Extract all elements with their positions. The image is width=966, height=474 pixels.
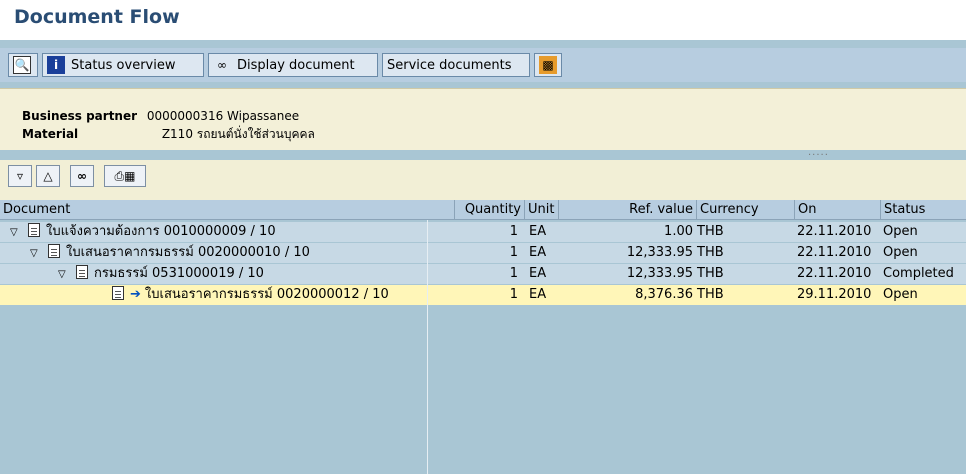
page-title: Document Flow [14, 6, 180, 28]
column-divider [427, 220, 428, 474]
collapse-all-button[interactable]: △ [36, 165, 60, 187]
document-text: ใบเสนอราคากรมธรรม์ 0020000010 / 10 [66, 245, 310, 260]
document-flow-grid: Document Quantity Unit Ref. value Curren… [0, 200, 966, 474]
document-cell[interactable]: ▽ ใบเสนอราคากรมธรรม์ 0020000010 / 10 [30, 243, 310, 263]
document-cell[interactable]: ➔ ใบเสนอราคากรมธรรม์ 0020000012 / 10 [112, 285, 389, 305]
table-row[interactable]: ▽ ใบเสนอราคากรมธรรม์ 0020000010 / 10 1 EA… [0, 243, 966, 263]
grid-toolbar: ▿ △ ∞ ⎙▦ [0, 160, 966, 200]
title-bar: Document Flow [0, 0, 966, 40]
expand-icon: ▿ [16, 169, 24, 183]
service-documents-label: Service documents [387, 57, 512, 73]
date-cell: 22.11.2010 [797, 224, 872, 239]
ref-value-cell: 8,376.36 [635, 287, 693, 302]
unit-cell: EA [529, 266, 547, 281]
material-label: Material [22, 127, 79, 141]
business-partner-label: Business partner [22, 109, 138, 123]
magnifier-icon: 🔍 [13, 56, 31, 74]
print-icon: ⎙▦ [114, 168, 136, 183]
unit-cell: EA [529, 224, 547, 239]
currency-cell: THB [697, 266, 724, 281]
quantity-cell: 1 [509, 224, 518, 239]
column-header-unit[interactable]: Unit [525, 200, 559, 220]
document-icon [28, 223, 40, 237]
document-icon [76, 265, 88, 279]
unit-cell: EA [529, 287, 547, 302]
display-document-label: Display document [237, 57, 355, 73]
document-text: ใบแจ้งความต้องการ 0010000009 / 10 [46, 224, 276, 239]
print-button[interactable]: ⎙▦ [104, 165, 146, 187]
quantity-cell: 1 [509, 245, 518, 260]
document-text: ใบเสนอราคากรมธรรม์ 0020000012 / 10 [144, 287, 389, 302]
status-cell: Open [883, 287, 918, 302]
layout-button[interactable]: ▩ [534, 53, 562, 77]
ref-value-cell: 1.00 [664, 224, 693, 239]
document-text: กรมธรรม์ 0531000019 / 10 [94, 266, 264, 281]
currency-cell: THB [697, 245, 724, 260]
date-cell: 22.11.2010 [797, 266, 872, 281]
collapse-icon: △ [43, 169, 53, 183]
date-cell: 22.11.2010 [797, 245, 872, 260]
column-header-ref-value[interactable]: Ref. value [559, 200, 697, 220]
column-header-quantity[interactable]: Quantity [455, 200, 525, 220]
collapse-node-icon[interactable]: ▽ [58, 265, 70, 285]
document-cell[interactable]: ▽ ใบแจ้งความต้องการ 0010000009 / 10 [10, 222, 276, 242]
header-area: Business partner 0000000316 Wipassanee M… [0, 88, 966, 150]
document-icon [48, 244, 60, 258]
zoom-button[interactable]: 🔍 [8, 53, 38, 77]
business-partner-row: Business partner 0000000316 Wipassanee [22, 109, 299, 123]
status-overview-label: Status overview [71, 57, 176, 73]
application-toolbar: 🔍 i Status overview ∞ Display document S… [0, 48, 966, 82]
expand-all-button[interactable]: ▿ [8, 165, 32, 187]
date-cell: 29.11.2010 [797, 287, 872, 302]
material-row: Material Z110 รถยนต์นั่งใช้ส่วนบุคคล [22, 125, 315, 144]
business-partner-value: 0000000316 Wipassanee [146, 109, 300, 123]
display-document-button[interactable]: ∞ Display document [208, 53, 378, 77]
service-documents-button[interactable]: Service documents [382, 53, 530, 77]
chart-icon: ▩ [539, 56, 557, 74]
splitter-handle[interactable]: ..... [808, 147, 829, 158]
status-cell: Open [883, 224, 918, 239]
quantity-cell: 1 [509, 266, 518, 281]
collapse-node-icon[interactable]: ▽ [30, 244, 42, 264]
column-header-currency[interactable]: Currency [697, 200, 795, 220]
material-value: Z110 รถยนต์นั่งใช้ส่วนบุคคล [161, 127, 315, 141]
currency-cell: THB [697, 287, 724, 302]
glasses-icon: ∞ [217, 58, 227, 72]
unit-cell: EA [529, 245, 547, 260]
column-header-status[interactable]: Status [881, 200, 966, 220]
current-document-arrow-icon: ➔ [130, 287, 141, 302]
table-row-selected[interactable]: ➔ ใบเสนอราคากรมธรรม์ 0020000012 / 10 1 EA… [0, 285, 966, 305]
ref-value-cell: 12,333.95 [626, 266, 693, 281]
binoculars-icon: ∞ [77, 169, 87, 183]
info-icon: i [47, 56, 65, 74]
column-header-document[interactable]: Document [0, 200, 455, 220]
document-cell[interactable]: ▽ กรมธรรม์ 0531000019 / 10 [58, 264, 264, 284]
status-overview-button[interactable]: i Status overview [42, 53, 204, 77]
grid-header: Document Quantity Unit Ref. value Curren… [0, 200, 966, 220]
quantity-cell: 1 [509, 287, 518, 302]
currency-cell: THB [697, 224, 724, 239]
collapse-node-icon[interactable]: ▽ [10, 223, 22, 243]
status-cell: Completed [883, 266, 954, 281]
find-button[interactable]: ∞ [70, 165, 94, 187]
document-icon [112, 286, 124, 300]
status-cell: Open [883, 245, 918, 260]
column-header-on[interactable]: On [795, 200, 881, 220]
table-row[interactable]: ▽ กรมธรรม์ 0531000019 / 10 1 EA 12,333.95… [0, 264, 966, 284]
table-row[interactable]: ▽ ใบแจ้งความต้องการ 0010000009 / 10 1 EA … [0, 222, 966, 242]
ref-value-cell: 12,333.95 [626, 245, 693, 260]
